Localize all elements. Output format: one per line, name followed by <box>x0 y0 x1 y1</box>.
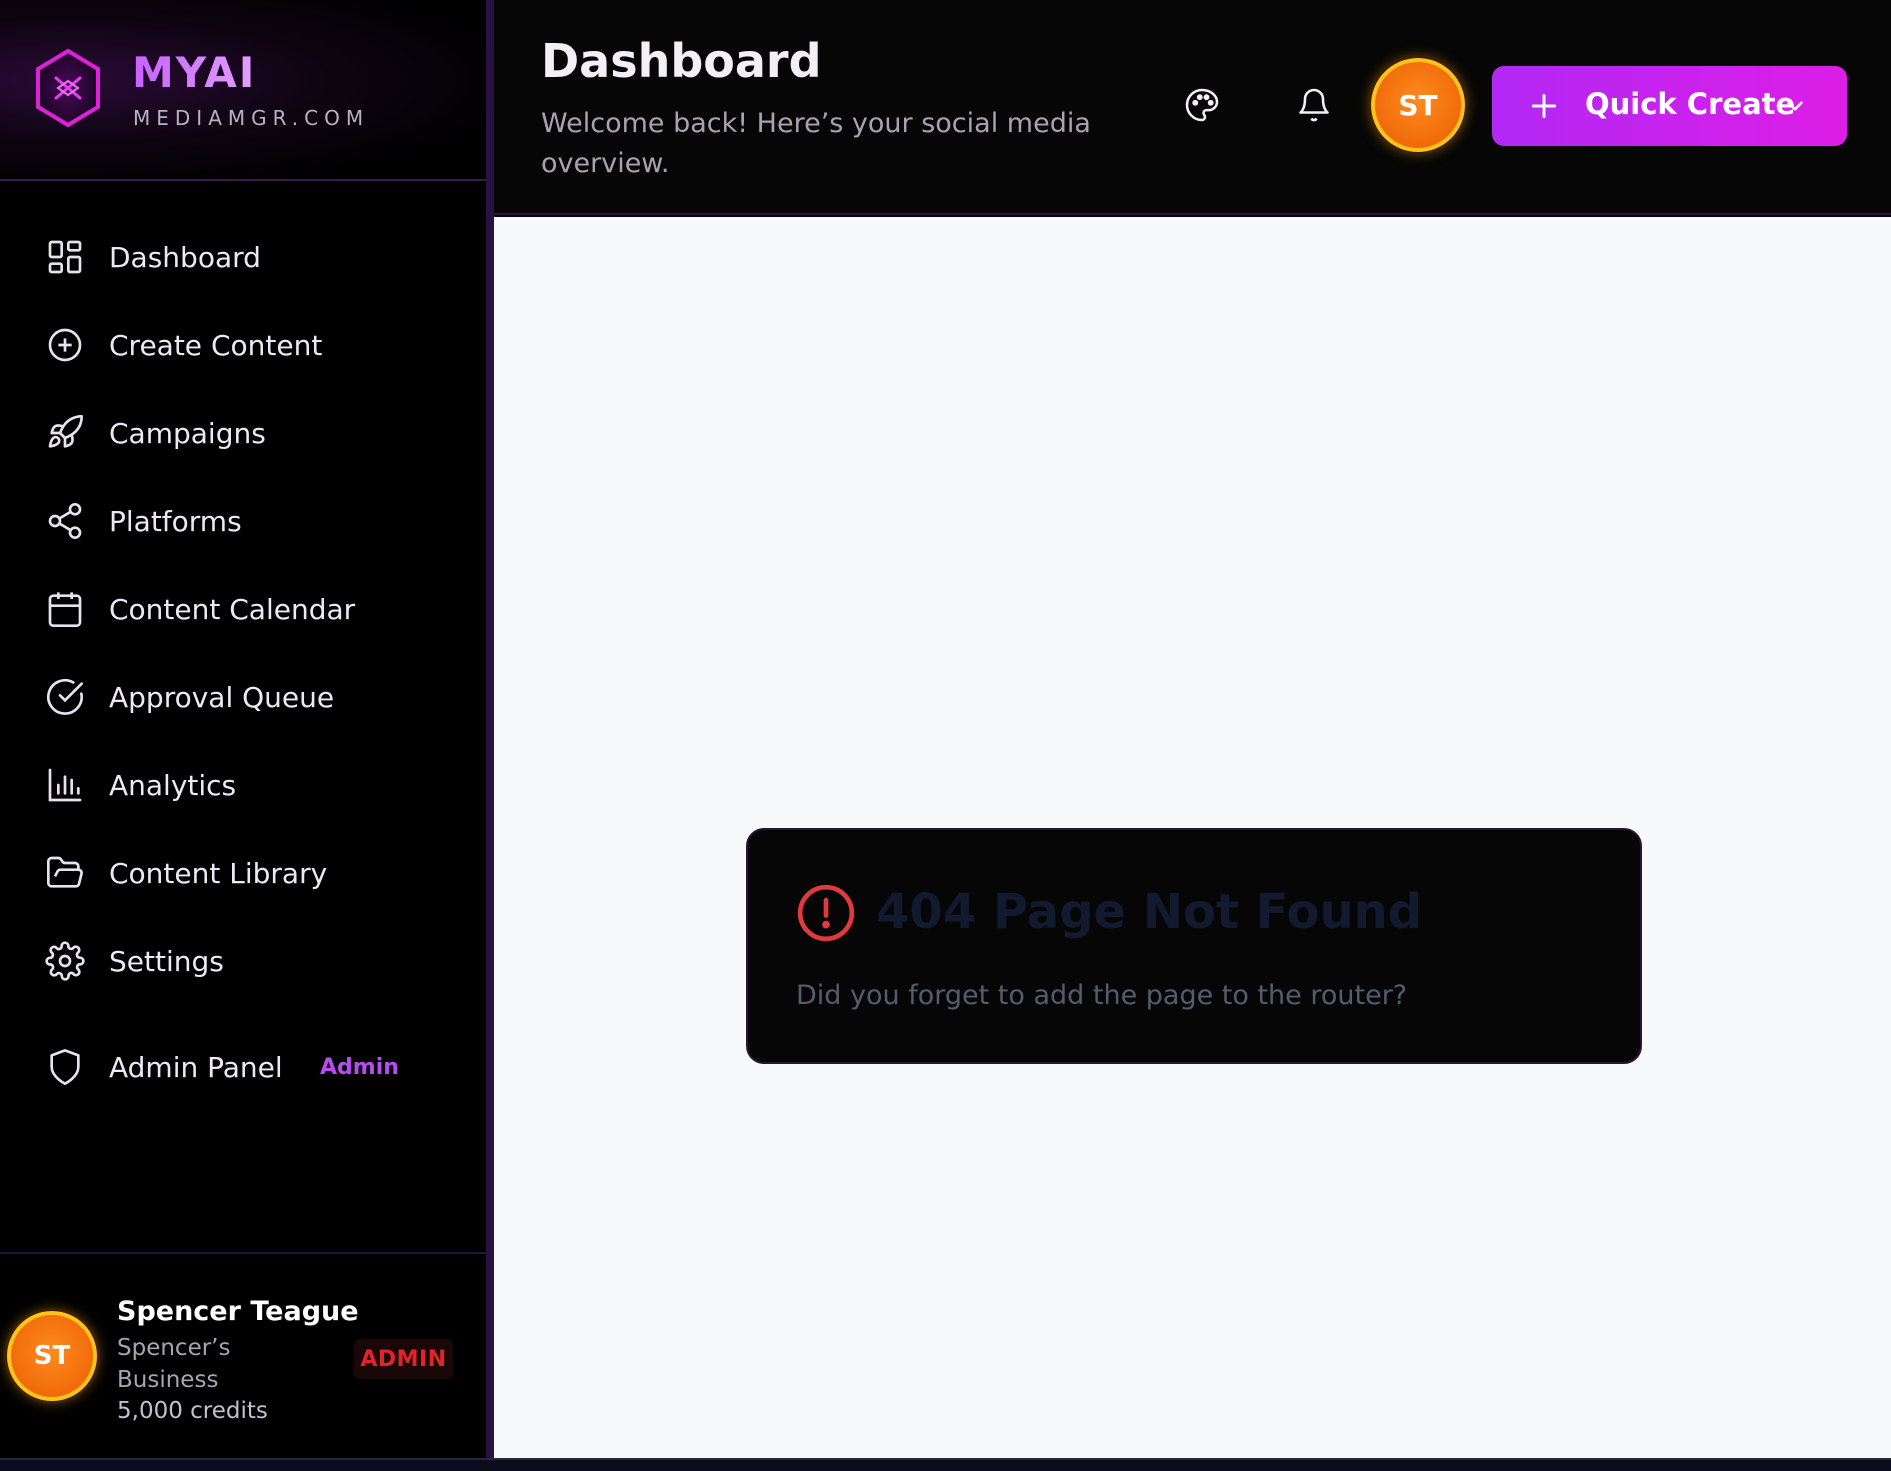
sidebar-item-approval-queue[interactable]: Approval Queue <box>0 662 486 732</box>
sidebar-item-label: Campaigns <box>109 416 266 450</box>
quick-create-button[interactable]: Quick Create <box>1492 66 1847 146</box>
main-content: 404 Page Not Found Did you forget to add… <box>494 217 1891 1458</box>
sidebar-item-label: Create Content <box>109 328 323 362</box>
sidebar-item-label: Analytics <box>109 768 237 802</box>
brand-header[interactable]: MYAI MEDIAMGR.COM <box>0 0 486 181</box>
notifications-button[interactable] <box>1291 82 1337 128</box>
sidebar-item-create-content[interactable]: Create Content <box>0 310 486 380</box>
app-window: MYAI MEDIAMGR.COM Dashboard Create Conte… <box>0 0 1891 1471</box>
shield-icon <box>44 1046 86 1088</box>
sidebar-item-content-calendar[interactable]: Content Calendar <box>0 574 486 644</box>
error-card: 404 Page Not Found Did you forget to add… <box>746 828 1642 1064</box>
sidebar-divider <box>486 0 494 1458</box>
check-circle-icon <box>44 676 86 718</box>
folder-open-icon <box>44 852 86 894</box>
sidebar-item-dashboard[interactable]: Dashboard <box>0 222 486 292</box>
chevron-down-icon <box>1787 101 1803 111</box>
plus-circle-icon <box>44 324 86 366</box>
sidebar: MYAI MEDIAMGR.COM Dashboard Create Conte… <box>0 0 486 1458</box>
sidebar-item-settings[interactable]: Settings <box>0 926 486 996</box>
sidebar-item-analytics[interactable]: Analytics <box>0 750 486 820</box>
user-name: Spencer Teague <box>117 1296 359 1327</box>
bottom-edge <box>0 1458 1891 1471</box>
user-profile-panel[interactable]: ST Spencer Teague Spencer’s Business 5,0… <box>0 1252 486 1458</box>
error-title: 404 Page Not Found <box>876 884 1423 940</box>
page-subtitle: Welcome back! Here’s your social media o… <box>541 108 1091 179</box>
sidebar-item-label: Settings <box>109 944 224 978</box>
gear-icon <box>44 940 86 982</box>
quick-create-label: Quick Create <box>1585 87 1796 121</box>
sidebar-item-campaigns[interactable]: Campaigns <box>0 398 486 468</box>
error-message: Did you forget to add the page to the ro… <box>796 980 1408 1011</box>
calendar-icon <box>44 588 86 630</box>
sidebar-item-content-library[interactable]: Content Library <box>0 838 486 908</box>
share-icon <box>44 500 86 542</box>
sidebar-item-label: Admin Panel <box>109 1050 283 1084</box>
sidebar-item-label: Dashboard <box>109 240 261 274</box>
brand-name: MYAI <box>132 48 257 97</box>
dashboard-grid-icon <box>44 236 86 278</box>
theme-button[interactable] <box>1179 82 1225 128</box>
page-title: Dashboard <box>541 34 822 88</box>
user-business: Spencer’s Business <box>117 1335 231 1393</box>
avatar[interactable]: ST <box>7 1311 97 1401</box>
alert-circle-icon <box>797 884 855 942</box>
sidebar-item-label: Platforms <box>109 504 242 538</box>
sidebar-item-label: Content Library <box>109 856 328 890</box>
sidebar-item-admin-panel[interactable]: Admin Panel Admin <box>0 1032 486 1102</box>
bell-icon <box>1299 88 1329 122</box>
user-credits: 5,000 credits <box>117 1398 268 1424</box>
sidebar-item-label: Content Calendar <box>109 592 356 626</box>
plus-icon <box>1531 93 1557 119</box>
admin-badge: Admin <box>320 1054 399 1080</box>
brand-domain: MEDIAMGR.COM <box>133 106 370 130</box>
palette-icon <box>1185 88 1219 122</box>
rocket-icon <box>44 412 86 454</box>
sidebar-item-platforms[interactable]: Platforms <box>0 486 486 556</box>
top-header: Dashboard Welcome back! Here’s your soci… <box>494 0 1891 215</box>
bar-chart-icon <box>44 764 86 806</box>
role-badge: ADMIN <box>354 1339 453 1379</box>
sidebar-item-label: Approval Queue <box>109 680 335 714</box>
header-avatar[interactable]: ST <box>1371 58 1465 152</box>
logo-hexagon-icon <box>36 48 100 128</box>
